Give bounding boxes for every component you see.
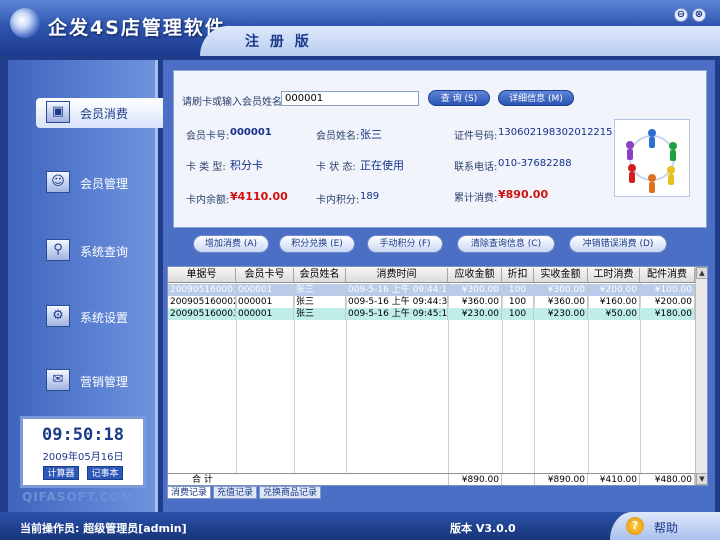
total-parts: ¥480.00 <box>640 474 695 485</box>
total-label: 合 计 <box>192 475 213 485</box>
sidebar-item-system-query[interactable]: ⚲ 系统查询 <box>36 236 164 266</box>
search-label: 请刷卡或输入会员姓名: <box>182 97 286 108</box>
table-scrollbar[interactable]: ▲ ▼ <box>695 267 707 485</box>
tab-exchange-records[interactable]: 兑换商品记录 <box>259 486 322 499</box>
sidebar-item-label: 会员管理 <box>80 177 129 191</box>
help-label[interactable]: 帮助 <box>654 519 678 536</box>
tab-recharge-records[interactable]: 充值记录 <box>213 486 258 499</box>
table-row[interactable]: 200905160003 000001 张三 009-5-16 上午 09:45… <box>168 308 695 320</box>
column-header[interactable]: 会员卡号 <box>236 268 294 282</box>
card-no-value: 000001 <box>230 127 272 138</box>
member-info-panel: 请刷卡或输入会员姓名: 查 询 (S) 详细信息 (M) 会员卡号: 00000… <box>173 70 707 228</box>
sidebar-item-member-management[interactable]: ☺ 会员管理 <box>36 168 164 198</box>
monitor-search-icon: ⚲ <box>46 239 70 261</box>
total-received: ¥890.00 <box>534 474 588 485</box>
minimize-button[interactable]: ⊖ <box>674 8 688 22</box>
sidebar-item-label: 营销管理 <box>80 375 129 389</box>
card-status-label: 卡 状 态: <box>316 162 356 173</box>
table-header: 单据号 会员卡号 会员姓名 消费时间 应收金额 折扣 实收金额 工时消费 配件消… <box>168 267 695 283</box>
app-logo-icon <box>10 8 40 38</box>
sidebar-item-label: 系统查询 <box>80 245 129 259</box>
sidebar-item-label: 系统设置 <box>80 311 129 325</box>
phone-value: 010-37682288 <box>498 158 572 169</box>
sidebar-item-label: 会员消费 <box>80 107 129 121</box>
clock-panel: 09:50:18 2009年05月16日 计算器 记事本 <box>20 416 146 488</box>
card-status-value: 正在使用 <box>360 159 404 172</box>
help-icon[interactable]: ? <box>626 517 644 535</box>
total-receivable: ¥890.00 <box>448 474 502 485</box>
calculator-button[interactable]: 计算器 <box>43 466 79 480</box>
operator-status: 当前操作员: 超级管理员[admin] <box>20 522 187 535</box>
id-no-value: 130602198302012215 <box>498 127 613 138</box>
balance-label: 卡内余额: <box>186 195 230 206</box>
balance-value: ¥4110.00 <box>230 190 288 203</box>
column-header[interactable]: 单据号 <box>168 268 236 282</box>
column-header[interactable]: 折扣 <box>502 268 534 282</box>
tab-consumption-records[interactable]: 消费记录 <box>167 486 212 499</box>
version-label: 版本 V3.0.0 <box>450 522 516 535</box>
table-row[interactable]: 200905160001 000001 张三 009-5-16 上午 09:44… <box>168 284 695 296</box>
clock-date: 2009年05月16日 <box>42 452 124 463</box>
notepad-button[interactable]: 记事本 <box>87 466 123 480</box>
member-search-input[interactable] <box>281 91 419 106</box>
sidebar-item-marketing[interactable]: ✉ 营销管理 <box>36 366 164 396</box>
card-no-label: 会员卡号: <box>186 131 230 142</box>
add-consumption-button[interactable]: 增加消费 (A) <box>193 235 269 253</box>
monitor-icon: ▣ <box>46 101 70 123</box>
table-total-row: 合 计 ¥890.00 ¥890.00 ¥410.00 ¥480.00 <box>168 473 695 485</box>
total-consumption-value: ¥890.00 <box>498 188 549 201</box>
marketing-icon: ✉ <box>46 369 70 391</box>
sidebar-item-member-consumption[interactable]: ▣ 会员消费 <box>36 98 164 128</box>
monitor-users-icon: ☺ <box>46 171 70 193</box>
column-header[interactable]: 消费时间 <box>346 268 448 282</box>
total-consumption-label: 累计消费: <box>454 193 498 204</box>
scroll-down-icon[interactable]: ▼ <box>696 473 707 485</box>
query-button[interactable]: 查 询 (S) <box>428 90 490 106</box>
members-group-icon <box>614 119 690 197</box>
status-bar: 当前操作员: 超级管理员[admin] 版本 V3.0.0 ? 帮助 <box>0 512 720 540</box>
main-panel: 请刷卡或输入会员姓名: 查 询 (S) 详细信息 (M) 会员卡号: 00000… <box>163 60 715 512</box>
card-type-label: 卡 类 型: <box>186 162 226 173</box>
settings-icon: ⚙ <box>46 305 70 327</box>
total-labor: ¥410.00 <box>588 474 640 485</box>
column-header[interactable]: 应收金额 <box>448 268 502 282</box>
points-value: 189 <box>360 191 380 202</box>
clock-time: 09:50:18 <box>42 425 124 445</box>
edition-label: 注 册 版 <box>245 34 312 50</box>
consumption-table: 单据号 会员卡号 会员姓名 消费时间 应收金额 折扣 实收金额 工时消费 配件消… <box>167 266 708 486</box>
sidebar-item-system-settings[interactable]: ⚙ 系统设置 <box>36 302 164 332</box>
phone-label: 联系电话: <box>454 162 498 173</box>
detail-button[interactable]: 详细信息 (M) <box>498 90 574 106</box>
column-header[interactable]: 配件消费 <box>640 268 695 282</box>
card-type-value: 积分卡 <box>230 159 263 172</box>
manual-points-button[interactable]: 手动积分 (F) <box>367 235 443 253</box>
id-no-label: 证件号码: <box>454 131 498 142</box>
scroll-up-icon[interactable]: ▲ <box>696 267 707 279</box>
column-header[interactable]: 会员姓名 <box>294 268 346 282</box>
clear-query-button[interactable]: 清除查询信息 (C) <box>457 235 555 253</box>
reverse-consumption-button[interactable]: 冲销错误消费 (D) <box>569 235 667 253</box>
column-header[interactable]: 实收金额 <box>534 268 588 282</box>
member-name-value: 张三 <box>360 128 382 141</box>
points-label: 卡内积分: <box>316 195 360 206</box>
close-button[interactable]: ⊗ <box>692 8 706 22</box>
watermark: QIFASOFT.COM <box>22 490 134 504</box>
points-exchange-button[interactable]: 积分兑换 (E) <box>279 235 355 253</box>
table-row[interactable]: 200905160002 000001 张三 009-5-16 上午 09:44… <box>168 296 695 308</box>
member-name-label: 会员姓名: <box>316 131 360 142</box>
column-header[interactable]: 工时消费 <box>588 268 640 282</box>
app-title: 企发4S店管理软件 <box>48 17 226 39</box>
